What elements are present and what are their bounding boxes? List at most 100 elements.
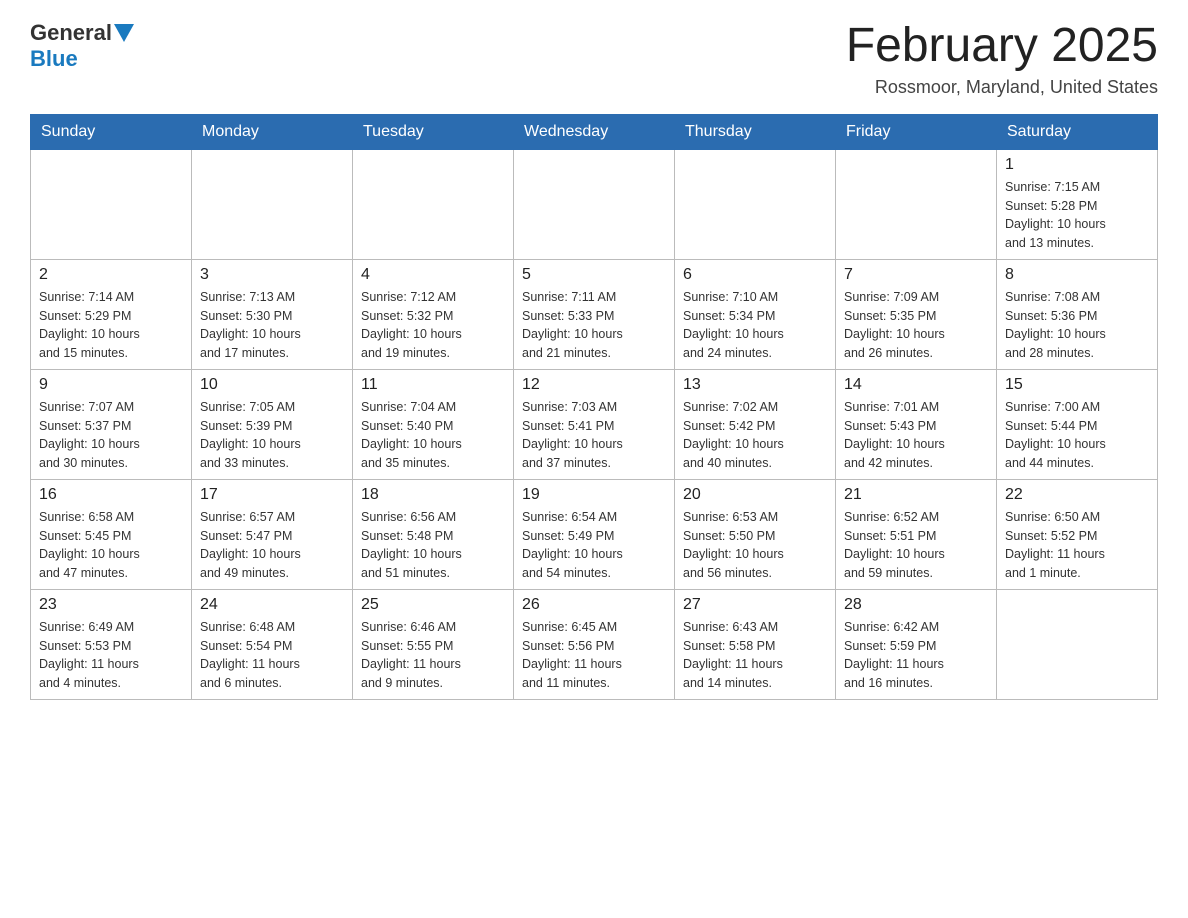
day-number: 1 [1005, 156, 1149, 174]
day-info: Sunrise: 6:53 AM Sunset: 5:50 PM Dayligh… [683, 508, 827, 583]
day-number: 10 [200, 376, 344, 394]
day-info: Sunrise: 7:04 AM Sunset: 5:40 PM Dayligh… [361, 398, 505, 473]
day-number: 20 [683, 486, 827, 504]
page-header: General Blue February 2025 Rossmoor, Mar… [30, 20, 1158, 98]
logo-general-text: General [30, 20, 112, 46]
day-info: Sunrise: 6:54 AM Sunset: 5:49 PM Dayligh… [522, 508, 666, 583]
logo: General Blue [30, 20, 136, 72]
day-info: Sunrise: 7:15 AM Sunset: 5:28 PM Dayligh… [1005, 178, 1149, 253]
day-info: Sunrise: 7:00 AM Sunset: 5:44 PM Dayligh… [1005, 398, 1149, 473]
calendar-cell: 10 Sunrise: 7:05 AM Sunset: 5:39 PM Dayli… [192, 369, 353, 479]
calendar-cell [997, 589, 1158, 699]
day-number: 27 [683, 596, 827, 614]
calendar-cell [675, 149, 836, 259]
location: Rossmoor, Maryland, United States [846, 77, 1158, 98]
calendar-cell: 19Sunrise: 6:54 AM Sunset: 5:49 PM Dayli… [514, 479, 675, 589]
calendar-cell: 15 Sunrise: 7:00 AM Sunset: 5:44 PM Dayli… [997, 369, 1158, 479]
calendar-cell: 2 Sunrise: 7:14 AM Sunset: 5:29 PM Daylig… [31, 259, 192, 369]
logo-triangle-icon [114, 24, 134, 42]
calendar-cell: 24 Sunrise: 6:48 AM Sunset: 5:54 PM Dayli… [192, 589, 353, 699]
day-info: Sunrise: 6:45 AM Sunset: 5:56 PM Dayligh… [522, 618, 666, 693]
day-number: 3 [200, 266, 344, 284]
calendar-cell [192, 149, 353, 259]
title-area: February 2025 Rossmoor, Maryland, United… [846, 20, 1158, 98]
calendar-cell: 7 Sunrise: 7:09 AM Sunset: 5:35 PM Daylig… [836, 259, 997, 369]
calendar-header-row: SundayMondayTuesdayWednesdayThursdayFrid… [31, 114, 1158, 149]
week-row-1: 1 Sunrise: 7:15 AM Sunset: 5:28 PM Daylig… [31, 149, 1158, 259]
calendar-cell: 12Sunrise: 7:03 AM Sunset: 5:41 PM Dayli… [514, 369, 675, 479]
day-info: Sunrise: 7:14 AM Sunset: 5:29 PM Dayligh… [39, 288, 183, 363]
day-info: Sunrise: 6:52 AM Sunset: 5:51 PM Dayligh… [844, 508, 988, 583]
day-number: 24 [200, 596, 344, 614]
day-info: Sunrise: 7:05 AM Sunset: 5:39 PM Dayligh… [200, 398, 344, 473]
calendar-cell: 25 Sunrise: 6:46 AM Sunset: 5:55 PM Dayli… [353, 589, 514, 699]
day-number: 9 [39, 376, 183, 394]
day-number: 2 [39, 266, 183, 284]
calendar-cell: 4 Sunrise: 7:12 AM Sunset: 5:32 PM Daylig… [353, 259, 514, 369]
day-of-week-saturday: Saturday [997, 114, 1158, 149]
day-number: 21 [844, 486, 988, 504]
day-info: Sunrise: 6:57 AM Sunset: 5:47 PM Dayligh… [200, 508, 344, 583]
day-number: 11 [361, 376, 505, 394]
calendar-cell: 1 Sunrise: 7:15 AM Sunset: 5:28 PM Daylig… [997, 149, 1158, 259]
day-info: Sunrise: 7:12 AM Sunset: 5:32 PM Dayligh… [361, 288, 505, 363]
calendar-cell: 9 Sunrise: 7:07 AM Sunset: 5:37 PM Daylig… [31, 369, 192, 479]
day-number: 23 [39, 596, 183, 614]
day-number: 17 [200, 486, 344, 504]
day-number: 8 [1005, 266, 1149, 284]
day-number: 14 [844, 376, 988, 394]
day-number: 5 [522, 266, 666, 284]
calendar-cell: 28 Sunrise: 6:42 AM Sunset: 5:59 PM Dayli… [836, 589, 997, 699]
day-info: Sunrise: 7:08 AM Sunset: 5:36 PM Dayligh… [1005, 288, 1149, 363]
calendar-cell: 3 Sunrise: 7:13 AM Sunset: 5:30 PM Daylig… [192, 259, 353, 369]
day-info: Sunrise: 7:02 AM Sunset: 5:42 PM Dayligh… [683, 398, 827, 473]
day-info: Sunrise: 7:11 AM Sunset: 5:33 PM Dayligh… [522, 288, 666, 363]
day-info: Sunrise: 6:42 AM Sunset: 5:59 PM Dayligh… [844, 618, 988, 693]
day-info: Sunrise: 7:09 AM Sunset: 5:35 PM Dayligh… [844, 288, 988, 363]
day-info: Sunrise: 7:03 AM Sunset: 5:41 PM Dayligh… [522, 398, 666, 473]
day-number: 28 [844, 596, 988, 614]
calendar-cell: 14 Sunrise: 7:01 AM Sunset: 5:43 PM Dayli… [836, 369, 997, 479]
day-info: Sunrise: 6:50 AM Sunset: 5:52 PM Dayligh… [1005, 508, 1149, 583]
day-info: Sunrise: 6:43 AM Sunset: 5:58 PM Dayligh… [683, 618, 827, 693]
day-of-week-sunday: Sunday [31, 114, 192, 149]
day-number: 22 [1005, 486, 1149, 504]
calendar-cell [353, 149, 514, 259]
day-number: 18 [361, 486, 505, 504]
calendar-cell [836, 149, 997, 259]
calendar-cell: 23 Sunrise: 6:49 AM Sunset: 5:53 PM Dayli… [31, 589, 192, 699]
day-info: Sunrise: 7:13 AM Sunset: 5:30 PM Dayligh… [200, 288, 344, 363]
calendar-cell: 18 Sunrise: 6:56 AM Sunset: 5:48 PM Dayli… [353, 479, 514, 589]
calendar-table: SundayMondayTuesdayWednesdayThursdayFrid… [30, 114, 1158, 700]
day-of-week-wednesday: Wednesday [514, 114, 675, 149]
day-number: 7 [844, 266, 988, 284]
calendar-cell: 13Sunrise: 7:02 AM Sunset: 5:42 PM Dayli… [675, 369, 836, 479]
calendar-cell: 17 Sunrise: 6:57 AM Sunset: 5:47 PM Dayli… [192, 479, 353, 589]
calendar-cell: 16Sunrise: 6:58 AM Sunset: 5:45 PM Dayli… [31, 479, 192, 589]
day-number: 6 [683, 266, 827, 284]
logo-blue-text: Blue [30, 46, 78, 72]
day-info: Sunrise: 6:56 AM Sunset: 5:48 PM Dayligh… [361, 508, 505, 583]
month-title: February 2025 [846, 20, 1158, 73]
calendar-cell: 6 Sunrise: 7:10 AM Sunset: 5:34 PM Daylig… [675, 259, 836, 369]
calendar-cell [514, 149, 675, 259]
day-info: Sunrise: 7:10 AM Sunset: 5:34 PM Dayligh… [683, 288, 827, 363]
day-of-week-thursday: Thursday [675, 114, 836, 149]
day-number: 4 [361, 266, 505, 284]
day-number: 25 [361, 596, 505, 614]
day-number: 16 [39, 486, 183, 504]
day-info: Sunrise: 6:49 AM Sunset: 5:53 PM Dayligh… [39, 618, 183, 693]
day-info: Sunrise: 7:07 AM Sunset: 5:37 PM Dayligh… [39, 398, 183, 473]
calendar-cell [31, 149, 192, 259]
day-number: 15 [1005, 376, 1149, 394]
week-row-5: 23 Sunrise: 6:49 AM Sunset: 5:53 PM Dayli… [31, 589, 1158, 699]
calendar-cell: 20 Sunrise: 6:53 AM Sunset: 5:50 PM Dayli… [675, 479, 836, 589]
calendar-cell: 27 Sunrise: 6:43 AM Sunset: 5:58 PM Dayli… [675, 589, 836, 699]
calendar-cell: 5 Sunrise: 7:11 AM Sunset: 5:33 PM Daylig… [514, 259, 675, 369]
calendar-cell: 26Sunrise: 6:45 AM Sunset: 5:56 PM Dayli… [514, 589, 675, 699]
day-info: Sunrise: 6:46 AM Sunset: 5:55 PM Dayligh… [361, 618, 505, 693]
day-info: Sunrise: 7:01 AM Sunset: 5:43 PM Dayligh… [844, 398, 988, 473]
calendar-cell: 21 Sunrise: 6:52 AM Sunset: 5:51 PM Dayli… [836, 479, 997, 589]
calendar-cell: 11 Sunrise: 7:04 AM Sunset: 5:40 PM Dayli… [353, 369, 514, 479]
day-info: Sunrise: 6:48 AM Sunset: 5:54 PM Dayligh… [200, 618, 344, 693]
